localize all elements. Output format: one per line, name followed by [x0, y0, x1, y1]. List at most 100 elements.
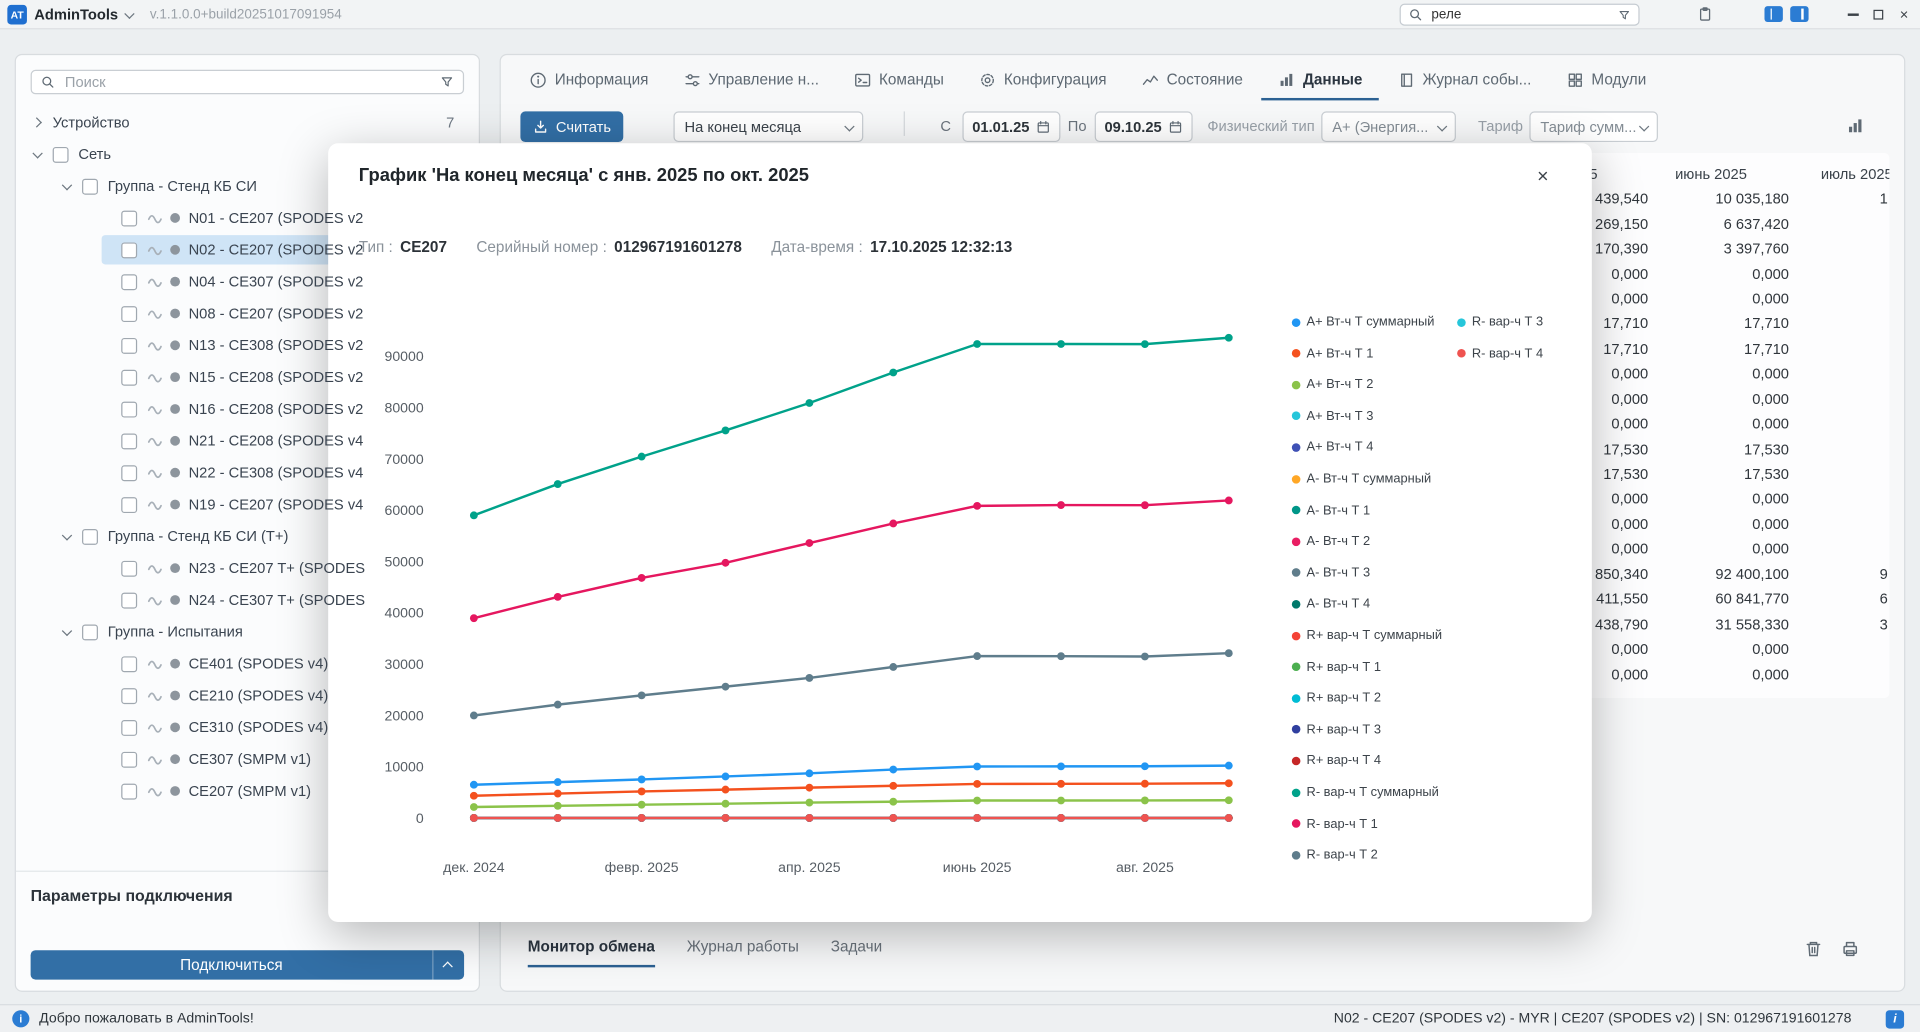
tab-modules[interactable]: Модули	[1550, 61, 1662, 100]
tab-info[interactable]: Информация	[513, 61, 664, 100]
legend-item[interactable]: R+ вар-ч Т 4	[1292, 754, 1381, 769]
close-window-button[interactable]: ×	[1892, 0, 1916, 29]
tree-checkbox[interactable]	[82, 624, 98, 640]
tab-gear[interactable]: Конфигурация	[962, 61, 1122, 100]
filter-icon[interactable]	[440, 75, 455, 90]
search-icon	[1408, 7, 1423, 22]
tree-item[interactable]: Устройство7	[16, 107, 479, 139]
tree-checkbox[interactable]	[121, 560, 137, 576]
tab-sliders[interactable]: Управление н...	[667, 61, 835, 100]
legend-item[interactable]: R- вар-ч Т суммарный	[1292, 785, 1439, 800]
tree-search-input[interactable]	[62, 72, 432, 92]
tree-checkbox[interactable]	[121, 688, 137, 704]
chart-view-button[interactable]	[1843, 114, 1867, 142]
global-search[interactable]	[1400, 4, 1640, 26]
bottom-tab[interactable]: Монитор обмена	[528, 938, 655, 967]
tree-checkbox[interactable]	[121, 433, 137, 449]
tree-checkbox[interactable]	[121, 369, 137, 385]
column-header[interactable]: июль 2025	[1801, 165, 1889, 182]
tree-checkbox[interactable]	[121, 783, 137, 799]
date-from-input[interactable]: 01.01.25	[962, 111, 1060, 142]
legend-item[interactable]: A+ Вт-ч Т 2	[1292, 377, 1374, 392]
tab-terminal[interactable]: Команды	[837, 61, 959, 100]
tree-checkbox[interactable]	[121, 751, 137, 767]
chevron-right-icon[interactable]	[32, 117, 42, 127]
printer-icon[interactable]	[1840, 939, 1860, 959]
legend-item[interactable]: A- Вт-ч Т 3	[1292, 565, 1370, 580]
info-square-icon[interactable]: i	[1886, 1010, 1904, 1028]
calendar-icon[interactable]	[1168, 119, 1183, 134]
minimize-button[interactable]	[1840, 0, 1864, 29]
search-filter-icon[interactable]	[1618, 8, 1631, 21]
wave-icon	[147, 305, 164, 322]
tree-checkbox[interactable]	[121, 337, 137, 353]
legend-label: R+ вар-ч Т 3	[1307, 722, 1381, 737]
app-menu-chevron-icon[interactable]	[125, 9, 135, 19]
tree-checkbox[interactable]	[82, 528, 98, 544]
read-button[interactable]: Считать	[520, 111, 623, 142]
tree-checkbox[interactable]	[121, 465, 137, 481]
legend-item[interactable]: R+ вар-ч Т 1	[1292, 660, 1381, 675]
legend-item[interactable]: R- вар-ч Т 2	[1292, 848, 1378, 863]
connect-button[interactable]: Подключиться	[31, 950, 464, 979]
date-to-input[interactable]: 09.10.25	[1095, 111, 1193, 142]
tree-checkbox[interactable]	[121, 592, 137, 608]
chevron-down-icon[interactable]	[62, 530, 72, 540]
legend-item[interactable]: R+ вар-ч Т суммарный	[1292, 628, 1442, 643]
legend-item[interactable]: A+ Вт-ч Т 1	[1292, 346, 1374, 361]
layout-right-icon[interactable]	[1790, 6, 1808, 28]
tab-bars[interactable]: Данные	[1261, 61, 1378, 100]
restore-button[interactable]	[1866, 0, 1890, 29]
tree-checkbox[interactable]	[121, 274, 137, 290]
bottom-panel: Монитор обмена Журнал работы Задачи	[501, 931, 1904, 992]
chevron-down-icon[interactable]	[62, 180, 72, 190]
legend-item[interactable]: A+ Вт-ч Т 4	[1292, 440, 1374, 455]
legend-label: R+ вар-ч Т 4	[1307, 754, 1381, 769]
period-select[interactable]: На конец месяца	[673, 111, 863, 142]
clipboard-icon[interactable]	[1697, 5, 1713, 23]
legend-item[interactable]: A- Вт-ч Т суммарный	[1292, 471, 1431, 486]
table-cell: 0,000	[1660, 490, 1801, 507]
legend-item[interactable]: A+ Вт-ч Т суммарный	[1292, 315, 1435, 330]
legend-item[interactable]: R- вар-ч Т 3	[1457, 315, 1543, 330]
wave-icon	[147, 719, 164, 736]
tree-item-label: CE307 (SMPM v1)	[189, 751, 311, 768]
legend-item[interactable]: R- вар-ч Т 1	[1292, 816, 1378, 831]
tariff-select[interactable]: Тариф сумм...	[1529, 111, 1658, 142]
tree-search[interactable]	[31, 70, 464, 94]
tree-checkbox[interactable]	[121, 210, 137, 226]
wave-icon	[147, 400, 164, 417]
tree-checkbox[interactable]	[121, 719, 137, 735]
modal-close-button[interactable]: ×	[1528, 163, 1557, 192]
legend-item[interactable]: R+ вар-ч Т 3	[1292, 722, 1381, 737]
phys-type-select[interactable]: А+ (Энергия...	[1321, 111, 1456, 142]
legend-item[interactable]: A- Вт-ч Т 2	[1292, 534, 1370, 549]
chevron-down-icon[interactable]	[32, 148, 42, 158]
tree-checkbox[interactable]	[121, 497, 137, 513]
date-to-label: По	[1068, 111, 1087, 142]
tree-checkbox[interactable]	[121, 242, 137, 258]
legend-item[interactable]: R- вар-ч Т 4	[1457, 346, 1543, 361]
column-header[interactable]: июнь 2025	[1660, 165, 1801, 182]
bottom-tab[interactable]: Журнал работы	[687, 938, 799, 967]
tab-book[interactable]: Журнал собы...	[1381, 61, 1548, 100]
tree-checkbox[interactable]	[82, 178, 98, 194]
tab-pulse[interactable]: Состояние	[1125, 61, 1259, 100]
global-search-input[interactable]	[1429, 6, 1611, 23]
bottom-tab[interactable]: Задачи	[831, 938, 882, 967]
connect-options-button[interactable]	[432, 950, 464, 979]
tree-checkbox[interactable]	[121, 401, 137, 417]
legend-item[interactable]: R+ вар-ч Т 2	[1292, 691, 1381, 706]
tree-checkbox[interactable]	[53, 146, 69, 162]
layout-left-icon[interactable]	[1764, 6, 1782, 28]
svg-text:февр. 2025: февр. 2025	[605, 859, 679, 875]
calendar-icon[interactable]	[1036, 119, 1051, 134]
trash-icon[interactable]	[1804, 939, 1824, 959]
legend-item[interactable]: A+ Вт-ч Т 3	[1292, 409, 1374, 424]
tree-checkbox[interactable]	[121, 306, 137, 322]
tree-checkbox[interactable]	[121, 656, 137, 672]
svg-text:50000: 50000	[385, 553, 424, 569]
legend-item[interactable]: A- Вт-ч Т 1	[1292, 503, 1370, 518]
legend-item[interactable]: A- Вт-ч Т 4	[1292, 597, 1370, 612]
chevron-down-icon[interactable]	[62, 626, 72, 636]
